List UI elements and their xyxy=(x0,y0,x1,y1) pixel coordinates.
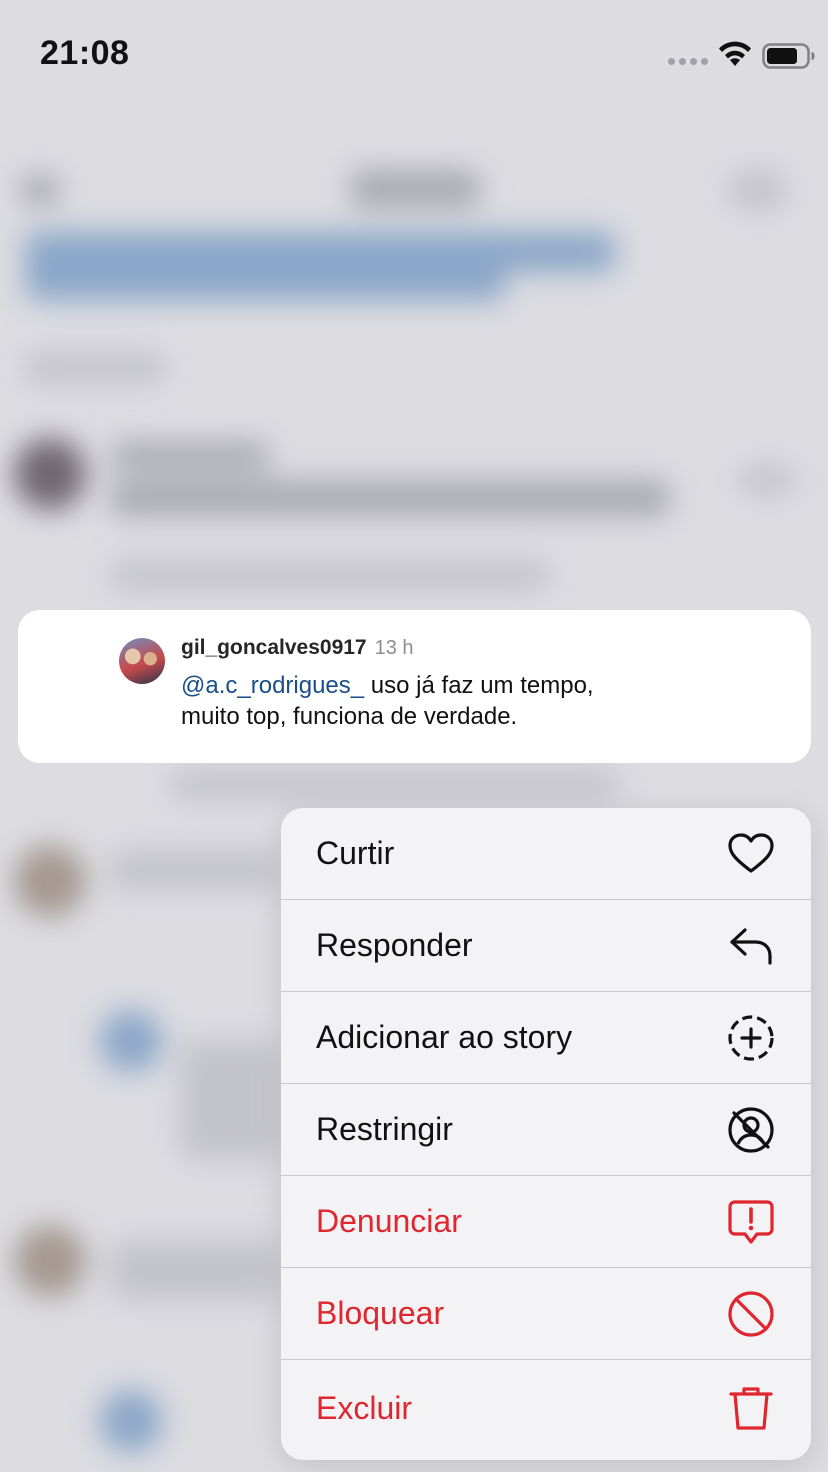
menu-item-label: Curtir xyxy=(316,835,395,871)
comment-preview-card: gil_goncalves0917 13 h @a.c_rodrigues_ u… xyxy=(18,610,811,763)
trash-icon xyxy=(725,1382,777,1434)
menu-item-label: Denunciar xyxy=(316,1203,462,1239)
cellular-signal-icon xyxy=(668,58,708,65)
add-story-icon xyxy=(725,1012,777,1064)
status-time: 21:08 xyxy=(40,34,130,72)
menu-item-label: Bloquear xyxy=(316,1295,445,1331)
menu-item-curtir[interactable]: Curtir xyxy=(281,808,811,900)
comment-text-line1: uso já faz um tempo, xyxy=(364,672,594,699)
menu-item-adicionar-story[interactable]: Adicionar ao story xyxy=(281,992,811,1084)
status-bar: 21:08 xyxy=(0,0,828,110)
menu-item-label: Responder xyxy=(316,927,473,963)
restrict-icon xyxy=(725,1104,777,1156)
comment-time: 13 h xyxy=(374,637,414,659)
comment-text: @a.c_rodrigues_ uso já faz um tempo, mui… xyxy=(181,670,741,732)
context-menu: Curtir Responder Adicionar ao story Rest… xyxy=(281,808,811,1460)
avatar[interactable] xyxy=(119,638,165,684)
wifi-icon xyxy=(719,41,751,66)
menu-item-responder[interactable]: Responder xyxy=(281,900,811,992)
battery-icon xyxy=(762,43,815,69)
menu-item-label: Adicionar ao story xyxy=(316,1019,573,1055)
comment-mention[interactable]: @a.c_rodrigues_ xyxy=(181,672,364,699)
menu-item-denunciar[interactable]: Denunciar xyxy=(281,1176,811,1268)
comment-username[interactable]: gil_goncalves0917 xyxy=(181,636,367,660)
menu-item-restringir[interactable]: Restringir xyxy=(281,1084,811,1176)
block-icon xyxy=(725,1288,777,1340)
reply-icon xyxy=(725,920,777,972)
comment-text-line2: muito top, funciona de verdade. xyxy=(181,703,518,730)
menu-item-label: Restringir xyxy=(316,1111,453,1147)
report-icon xyxy=(725,1196,777,1248)
heart-icon xyxy=(725,828,777,880)
menu-item-bloquear[interactable]: Bloquear xyxy=(281,1268,811,1360)
menu-item-label: Excluir xyxy=(316,1389,413,1426)
comment-header: gil_goncalves0917 13 h xyxy=(181,636,414,660)
menu-item-excluir[interactable]: Excluir xyxy=(281,1360,811,1456)
